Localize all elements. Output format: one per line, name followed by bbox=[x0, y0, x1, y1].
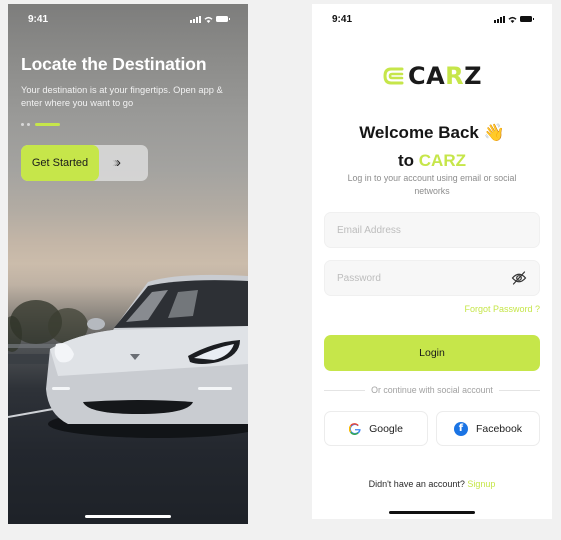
welcome-line: Welcome Back bbox=[359, 123, 479, 142]
home-indicator[interactable] bbox=[389, 511, 475, 514]
welcome-to: to bbox=[398, 151, 415, 170]
login-screen: 9:41 CARZ Welcome Back 👋 to CARZ Log in … bbox=[312, 4, 552, 519]
onboarding-subtitle: Your destination is at your fingertips. … bbox=[21, 85, 223, 108]
wifi-icon bbox=[508, 16, 517, 23]
logo-text-suffix: Z bbox=[464, 62, 483, 90]
chevron-right-icon: › bbox=[116, 154, 121, 171]
battery-icon bbox=[520, 16, 534, 22]
google-label: Google bbox=[369, 422, 403, 435]
google-login-button[interactable]: Google bbox=[324, 411, 428, 446]
home-indicator[interactable] bbox=[85, 515, 171, 518]
carz-logo: CARZ bbox=[312, 62, 552, 90]
divider-line bbox=[498, 389, 541, 391]
status-icons bbox=[190, 15, 230, 23]
chevrons-right-icon: › › › bbox=[112, 154, 121, 171]
status-time: 9:41 bbox=[28, 13, 49, 25]
page-indicator bbox=[21, 123, 60, 126]
email-input[interactable] bbox=[337, 224, 527, 236]
status-bar: 9:41 bbox=[8, 4, 248, 34]
divider-line bbox=[324, 389, 366, 391]
social-divider: Or continue with social account bbox=[324, 385, 541, 395]
google-icon bbox=[349, 422, 361, 435]
page-dot-1[interactable] bbox=[21, 123, 24, 126]
get-started-slider[interactable]: Get Started › › › bbox=[21, 145, 148, 181]
password-input[interactable] bbox=[337, 272, 511, 284]
signup-row: Didn't have an account? Signup bbox=[312, 479, 552, 489]
welcome-heading: Welcome Back 👋 to CARZ bbox=[312, 119, 552, 175]
status-bar: 9:41 bbox=[312, 4, 552, 34]
get-started-button[interactable]: Get Started bbox=[21, 145, 99, 181]
page-dot-2[interactable] bbox=[27, 123, 30, 126]
logo-mark-icon bbox=[383, 67, 404, 85]
onboarding-title: Locate the Destination bbox=[21, 54, 207, 74]
logo-text-accent: R bbox=[445, 62, 465, 90]
logo-text: CARZ bbox=[408, 62, 482, 90]
divider-label: Or continue with social account bbox=[371, 385, 493, 395]
eye-off-icon[interactable] bbox=[511, 271, 527, 285]
facebook-label: Facebook bbox=[475, 422, 523, 435]
waving-hand-icon: 👋 bbox=[483, 123, 505, 142]
password-field[interactable] bbox=[324, 260, 540, 296]
forgot-password-link[interactable]: Forgot Password ? bbox=[464, 304, 540, 314]
signal-icon bbox=[190, 15, 201, 23]
logo-text-prefix: CA bbox=[407, 62, 446, 90]
signup-prompt: Didn't have an account? bbox=[368, 479, 465, 489]
login-subtitle: Log in to your account using email or so… bbox=[347, 173, 517, 196]
status-time: 9:41 bbox=[332, 13, 353, 25]
login-button[interactable]: Login bbox=[324, 335, 540, 371]
onboarding-screen: 9:41 Locate the Destination Your destina… bbox=[8, 4, 248, 524]
facebook-login-button[interactable]: f Facebook bbox=[436, 411, 540, 446]
signup-link[interactable]: Signup bbox=[467, 479, 495, 489]
car-background-image bbox=[8, 274, 248, 438]
page-dot-active[interactable] bbox=[35, 123, 60, 126]
battery-icon bbox=[216, 16, 230, 22]
wifi-icon bbox=[204, 16, 213, 23]
welcome-brand: CARZ bbox=[418, 151, 466, 170]
status-icons bbox=[494, 15, 534, 23]
facebook-icon: f bbox=[453, 421, 468, 436]
email-field[interactable] bbox=[324, 212, 540, 248]
signal-icon bbox=[494, 15, 505, 23]
